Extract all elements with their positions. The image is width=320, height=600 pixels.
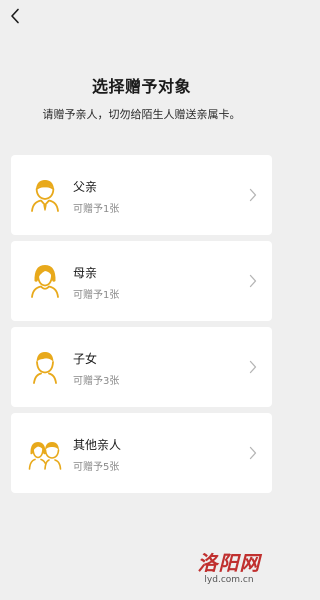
recipient-count: 可赠予5张 (73, 462, 120, 473)
recipient-name: 子女 (73, 352, 98, 366)
recipient-count: 可赠予1张 (73, 204, 120, 215)
chevron-right-icon (249, 188, 257, 202)
watermark-url: lyd.com.cn (204, 575, 254, 585)
child-icon (28, 347, 62, 385)
recipient-card-mother[interactable]: 母亲 可赠予1张 (11, 241, 272, 321)
watermark: 洛阳网 lyd.com.cn (183, 552, 275, 586)
page-subtitle: 请赠予亲人，切勿给陌生人赠送亲属卡。 (42, 108, 241, 121)
page-title: 选择赠予对象 (91, 77, 191, 96)
chevron-left-icon (11, 8, 19, 24)
watermark-logo: 洛阳网 (197, 551, 261, 575)
recipient-list: 父亲 可赠予1张 母亲 可赠予1张 子女 可赠予3张 其他亲人 可赠予5张 (11, 155, 272, 499)
chevron-right-icon (249, 446, 257, 460)
chevron-right-icon (249, 274, 257, 288)
recipient-card-child[interactable]: 子女 可赠予3张 (11, 327, 272, 407)
recipient-name: 母亲 (73, 266, 98, 280)
recipient-card-father[interactable]: 父亲 可赠予1张 (11, 155, 272, 235)
relatives-icon (28, 433, 62, 471)
mother-icon (28, 261, 62, 299)
recipient-name: 其他亲人 (73, 438, 122, 452)
chevron-right-icon (249, 360, 257, 374)
recipient-card-other-relatives[interactable]: 其他亲人 可赠予5张 (11, 413, 272, 493)
recipient-count: 可赠予3张 (73, 376, 120, 387)
father-icon (28, 175, 62, 213)
recipient-name: 父亲 (73, 180, 98, 194)
back-button[interactable] (6, 6, 24, 26)
recipient-count: 可赠予1张 (73, 290, 120, 301)
